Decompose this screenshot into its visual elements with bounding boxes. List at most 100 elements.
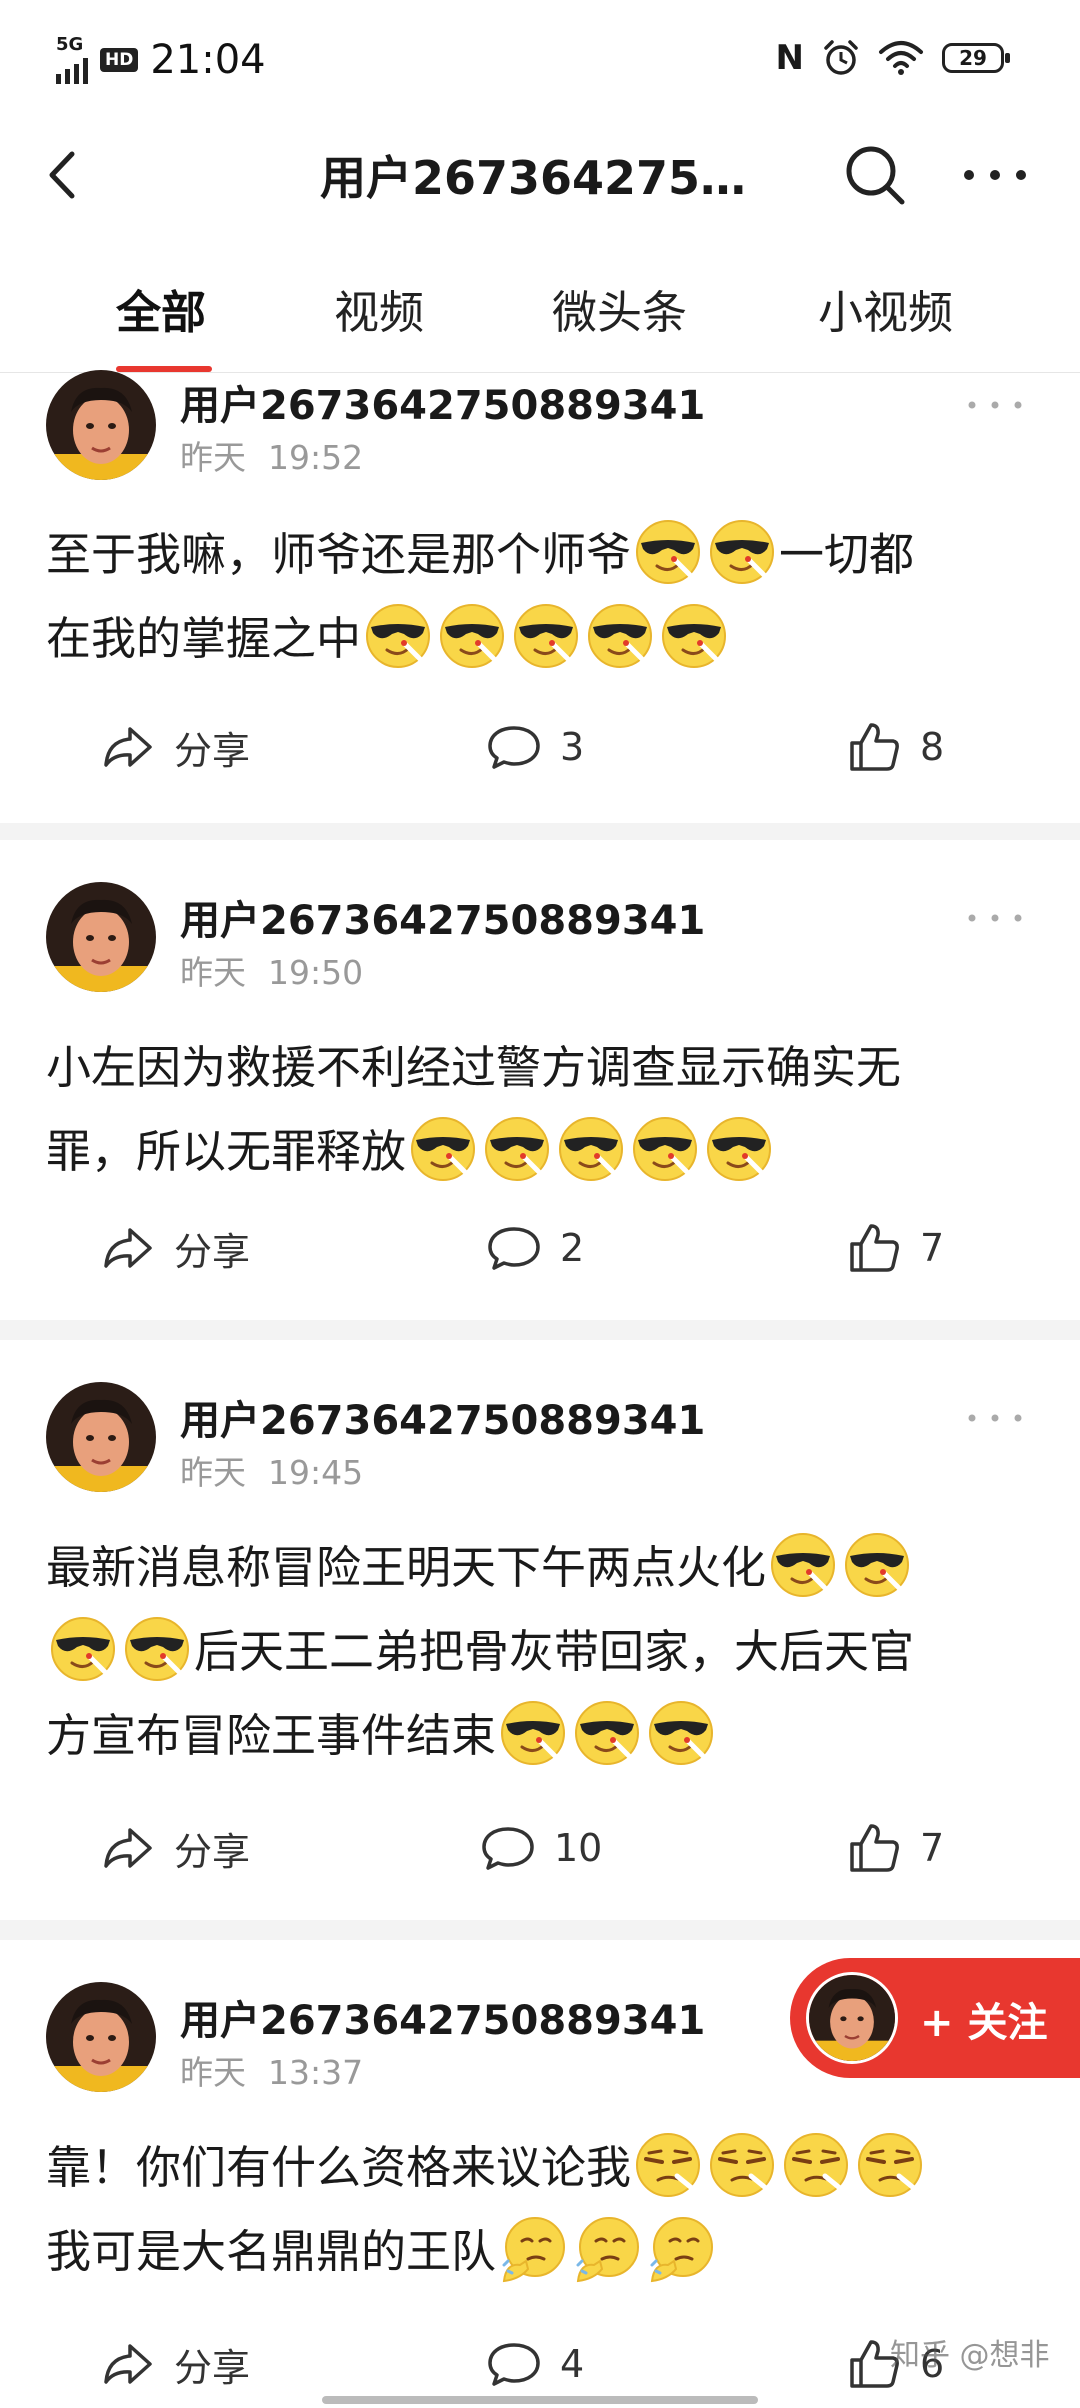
page-title: 用户267364275… xyxy=(320,151,747,205)
post-timestamp: 昨天 13:37 xyxy=(180,2046,363,2094)
like-icon xyxy=(846,1820,902,1876)
share-button[interactable]: 分享 xyxy=(100,1808,250,1888)
nav-bar: 用户267364275… xyxy=(0,120,1080,232)
like-button[interactable]: 7 xyxy=(846,1808,944,1888)
comment-button[interactable]: 4 xyxy=(486,2324,584,2404)
comment-button[interactable]: 10 xyxy=(480,1808,602,1888)
avatar[interactable] xyxy=(46,882,156,992)
share-button[interactable]: 分享 xyxy=(100,2324,250,2404)
sunglasses-emoji xyxy=(498,1697,568,1767)
post-content[interactable]: 最新消息称冒险王明天下午两点火化 后天王二弟把骨灰带回家，大后天官 方宣布冒险王… xyxy=(46,1526,1036,1778)
comment-icon xyxy=(486,1220,542,1276)
post-content[interactable]: 小左因为救援不利经过警方调查显示确实无 罪，所以无罪释放 xyxy=(46,1026,1036,1194)
post-time: 19:50 xyxy=(268,953,364,992)
tab-video[interactable]: 视频 xyxy=(334,276,424,341)
sunglasses-emoji xyxy=(511,600,581,670)
post-card[interactable]: 用户2673642750889341 昨天 19:52 至于我嘛，师爷还是那个师爷… xyxy=(0,373,1080,823)
status-left: 5G HD 21:04 xyxy=(56,36,266,84)
sunglasses-emoji xyxy=(646,1697,716,1767)
tab-bar: 全部 视频 微头条 小视频 xyxy=(0,232,1080,373)
share-icon xyxy=(100,1220,156,1276)
avatar[interactable] xyxy=(46,1382,156,1492)
content-text: 罪，所以无罪释放 xyxy=(46,1125,407,1178)
sunglasses-emoji xyxy=(48,1613,118,1683)
like-button[interactable]: 8 xyxy=(846,707,944,787)
avatar[interactable] xyxy=(46,1982,156,2092)
like-icon xyxy=(846,719,902,775)
post-content[interactable]: 靠！你们有什么资格来议论我 我可是大名鼎鼎的王队 xyxy=(46,2126,1036,2294)
smirk-emoji xyxy=(707,2129,777,2199)
like-count: 8 xyxy=(920,725,945,769)
sunglasses-emoji xyxy=(122,1613,192,1683)
back-arrow-icon[interactable] xyxy=(40,140,110,210)
follow-avatar xyxy=(806,1972,898,2064)
smirk-emoji xyxy=(781,2129,851,2199)
like-count: 7 xyxy=(920,1226,945,1270)
wifi-icon xyxy=(879,41,923,75)
share-label: 分享 xyxy=(174,728,251,773)
status-right: N 29 xyxy=(776,38,1010,78)
share-icon xyxy=(100,1820,156,1876)
post-actions: 分享 10 7 xyxy=(0,1808,1080,1888)
content-text: 最新消息称冒险王明天下午两点火化 xyxy=(46,1541,767,1594)
post-date: 昨天 xyxy=(180,1453,246,1492)
like-icon xyxy=(846,1220,902,1276)
sunglasses-emoji xyxy=(572,1697,642,1767)
more-options-icon[interactable] xyxy=(960,385,1030,425)
tab-micro-headline[interactable]: 微头条 xyxy=(552,276,687,341)
share-button[interactable]: 分享 xyxy=(100,1208,250,1288)
post-username[interactable]: 用户2673642750889341 xyxy=(180,1988,705,2046)
comment-count: 10 xyxy=(554,1826,603,1870)
sunglasses-emoji xyxy=(768,1529,838,1599)
comment-icon xyxy=(486,2336,542,2392)
network-type: 5G xyxy=(56,34,84,55)
post-date: 昨天 xyxy=(180,438,246,477)
content-text: 至于我嘛，师爷还是那个师爷 xyxy=(46,528,632,581)
share-button[interactable]: 分享 xyxy=(100,707,250,787)
status-bar: 5G HD 21:04 N 29 xyxy=(0,0,1080,120)
thinking-emoji xyxy=(646,2213,716,2283)
tab-all[interactable]: 全部 xyxy=(116,276,206,341)
content-text: 在我的掌握之中 xyxy=(46,612,362,665)
sunglasses-emoji xyxy=(659,600,729,670)
more-options-icon[interactable] xyxy=(960,898,1030,938)
follow-label: + 关注 xyxy=(920,2000,1048,2046)
post-time: 13:37 xyxy=(268,2053,364,2092)
post-card[interactable]: 用户2673642750889341 昨天 19:45 最新消息称冒险王明天下午两… xyxy=(0,1340,1080,1920)
content-text: 小左因为救援不利经过警方调查显示确实无 xyxy=(46,1041,902,1094)
search-icon[interactable] xyxy=(840,140,910,210)
post-username[interactable]: 用户2673642750889341 xyxy=(180,888,705,946)
home-indicator[interactable] xyxy=(322,2396,758,2404)
follow-button[interactable]: + 关注 xyxy=(790,1958,1080,2078)
sunglasses-emoji xyxy=(437,600,507,670)
comment-button[interactable]: 2 xyxy=(486,1208,584,1288)
sunglasses-emoji xyxy=(363,600,433,670)
sunglasses-emoji xyxy=(556,1113,626,1183)
like-button[interactable]: 7 xyxy=(846,1208,944,1288)
post-username[interactable]: 用户2673642750889341 xyxy=(180,373,705,431)
post-username[interactable]: 用户2673642750889341 xyxy=(180,1388,705,1446)
share-label: 分享 xyxy=(174,1829,251,1874)
like-count: 7 xyxy=(920,1826,945,1870)
smirk-emoji xyxy=(633,2129,703,2199)
avatar[interactable] xyxy=(46,370,156,480)
more-icon[interactable] xyxy=(955,140,1035,210)
comment-button[interactable]: 3 xyxy=(486,707,584,787)
post-timestamp: 昨天 19:45 xyxy=(180,1446,363,1494)
tab-short-video[interactable]: 小视频 xyxy=(818,276,953,341)
content-text: 靠！你们有什么资格来议论我 xyxy=(46,2141,632,2194)
post-time: 19:52 xyxy=(268,438,364,477)
watermark: 知乎 @想非 xyxy=(890,2338,1050,2373)
post-content[interactable]: 至于我嘛，师爷还是那个师爷 一切都 在我的掌握之中 xyxy=(46,513,1036,681)
more-options-icon[interactable] xyxy=(960,1398,1030,1438)
comment-count: 4 xyxy=(560,2342,585,2386)
clock: 21:04 xyxy=(150,37,266,83)
sunglasses-emoji xyxy=(630,1113,700,1183)
battery-icon: 29 xyxy=(942,43,1010,73)
thinking-emoji xyxy=(498,2213,568,2283)
sunglasses-emoji xyxy=(707,516,777,586)
share-label: 分享 xyxy=(174,1229,251,1274)
post-card[interactable]: 用户2673642750889341 昨天 19:50 小左因为救援不利经过警方调… xyxy=(0,840,1080,1320)
content-text: 一切都 xyxy=(779,528,915,581)
sunglasses-emoji xyxy=(842,1529,912,1599)
